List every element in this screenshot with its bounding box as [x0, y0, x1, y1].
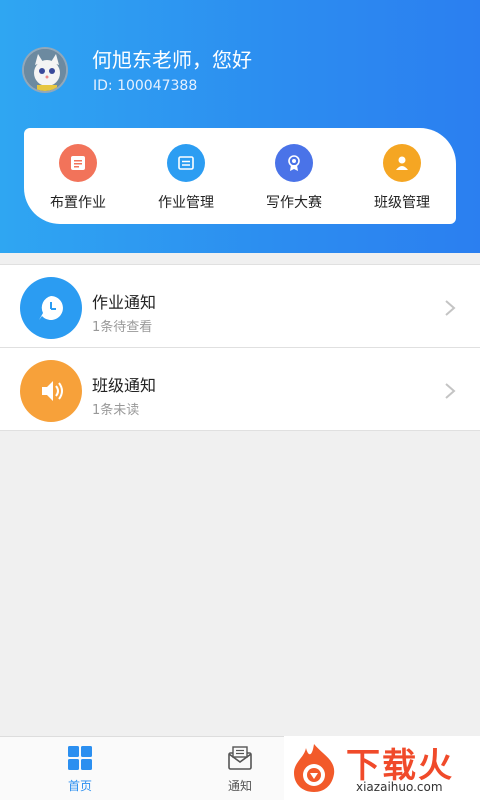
envelope-icon: [228, 746, 252, 770]
chevron-right-icon: [445, 300, 456, 316]
class-manage-icon: [383, 144, 421, 182]
homework-manage-icon: [167, 144, 205, 182]
greeting-text: 何旭东老师，您好: [92, 48, 252, 72]
tab-notice-label: 通知: [227, 779, 252, 793]
menu-writing-contest[interactable]: 写作大赛: [240, 144, 348, 212]
clock-icon: [20, 277, 82, 339]
menu-label: 写作大赛: [266, 195, 322, 211]
chevron-right-icon: [445, 383, 456, 399]
menu-class-manage[interactable]: 班级管理: [348, 144, 456, 212]
menu-assign-homework[interactable]: 布置作业: [24, 144, 132, 212]
writing-contest-icon: [275, 144, 313, 182]
menu-label: 班级管理: [374, 195, 430, 211]
avatar[interactable]: [22, 47, 68, 93]
menu-label: 作业管理: [158, 195, 214, 211]
watermark: 下载火 xiazaihuo.com: [284, 736, 480, 800]
notice-title: 作业通知: [92, 293, 157, 312]
cat-avatar-image: [24, 49, 66, 91]
notification-list: 作业通知 1条待查看 班级通知 1条未读: [0, 264, 480, 431]
quick-menu-card: 布置作业 作业管理 写作大赛 班级管理: [24, 128, 456, 224]
watermark-url: xiazaihuo.com: [356, 780, 443, 794]
teacher-id: ID: 100047388: [93, 78, 198, 94]
tab-home[interactable]: 首页: [40, 745, 120, 794]
list-item-class-notice[interactable]: 班级通知 1条未读: [0, 348, 480, 431]
notice-title: 班级通知: [92, 376, 157, 395]
notice-subtitle: 1条未读: [92, 403, 140, 418]
notice-subtitle: 1条待查看: [92, 320, 153, 335]
menu-homework-manage[interactable]: 作业管理: [132, 144, 240, 212]
menu-label: 布置作业: [50, 195, 106, 211]
home-grid-icon: [68, 746, 92, 770]
list-item-homework-notice[interactable]: 作业通知 1条待查看: [0, 265, 480, 348]
tab-home-label: 首页: [67, 779, 92, 793]
assign-homework-icon: [59, 144, 97, 182]
flame-logo-icon: [294, 744, 335, 792]
header-banner: 何旭东老师，您好 ID: 100047388 布置作业 作业管理 写作大赛 班级…: [0, 0, 480, 253]
speaker-icon: [20, 360, 82, 422]
tab-notice[interactable]: 通知: [200, 745, 280, 794]
